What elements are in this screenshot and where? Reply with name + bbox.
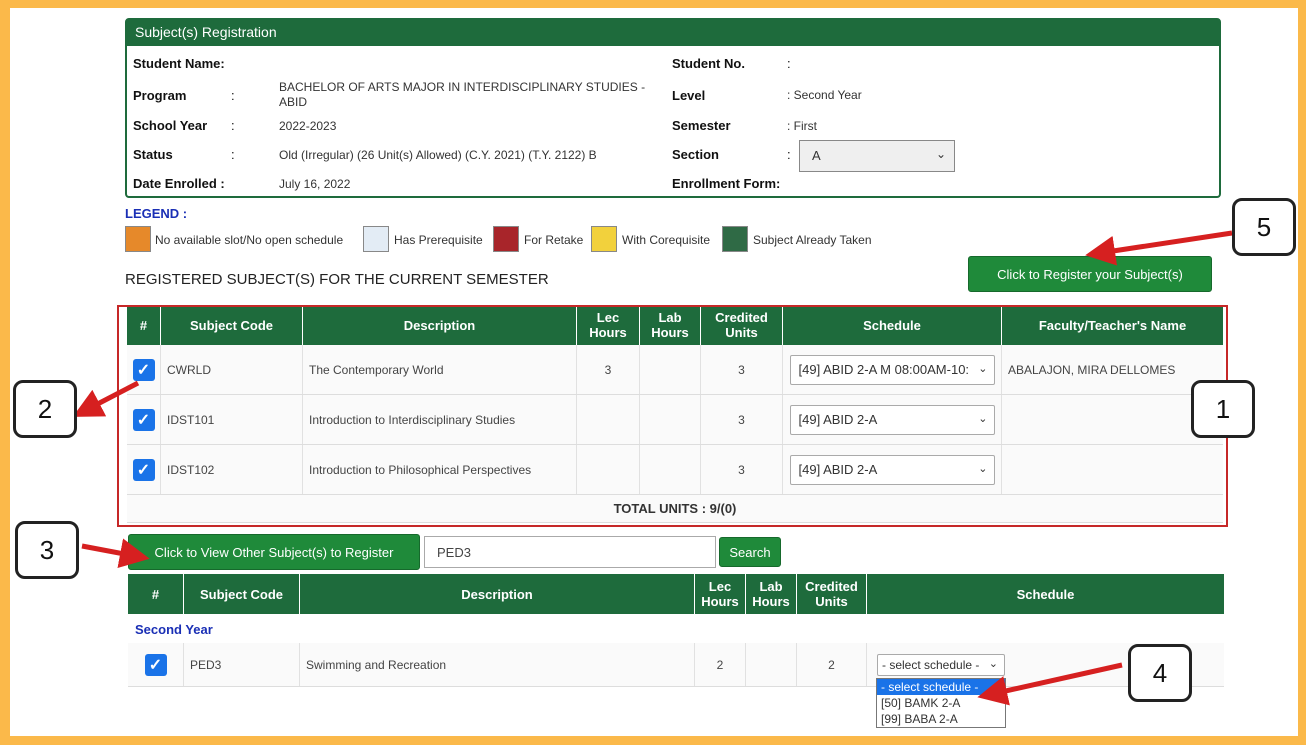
arrow-3 bbox=[81, 538, 150, 568]
callout-1: 1 bbox=[1191, 380, 1255, 438]
page-frame: Subject(s) Registration Student Name: Pr… bbox=[10, 8, 1298, 736]
arrow-4 bbox=[977, 662, 1123, 706]
arrow-2 bbox=[72, 380, 140, 417]
callout-4: 4 bbox=[1128, 644, 1192, 702]
annotation-arrows bbox=[72, 230, 1233, 706]
arrow-5 bbox=[1085, 230, 1233, 266]
callout-2: 2 bbox=[13, 380, 77, 438]
callout-5: 5 bbox=[1232, 198, 1296, 256]
callout-3: 3 bbox=[15, 521, 79, 579]
